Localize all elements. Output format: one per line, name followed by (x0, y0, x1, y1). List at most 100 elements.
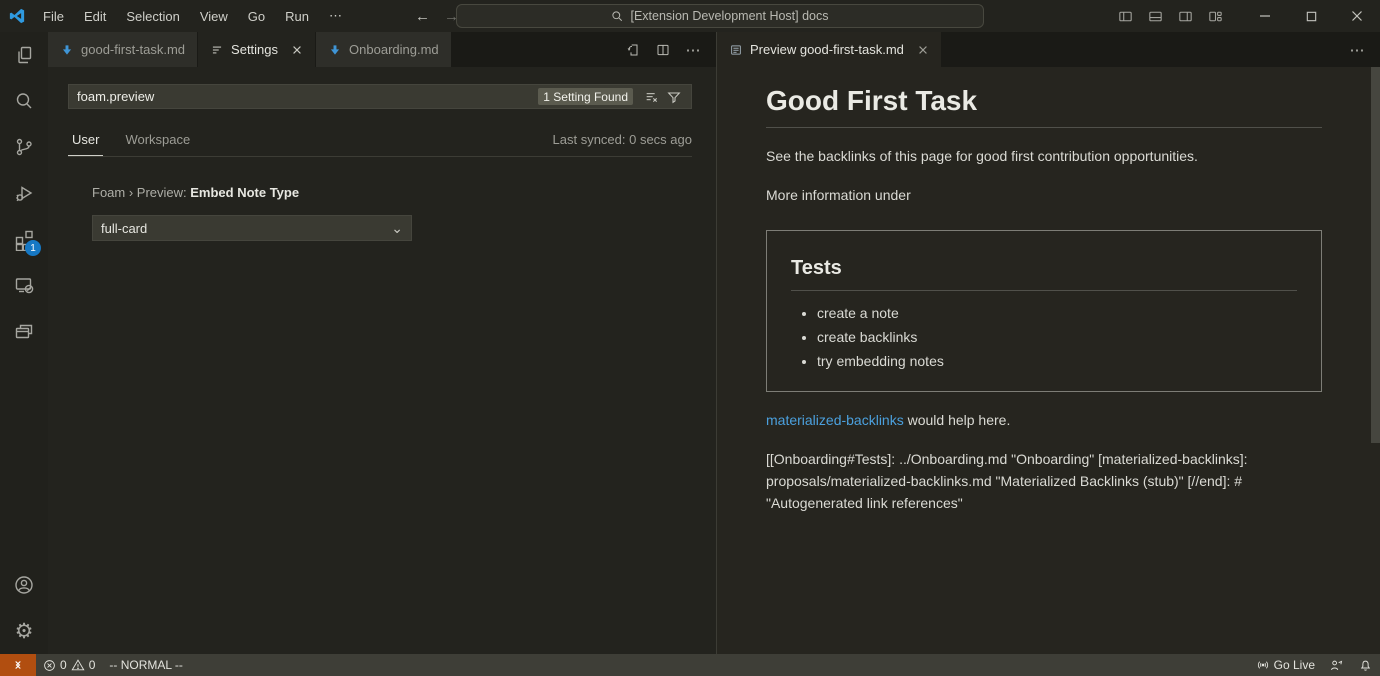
search-view-icon[interactable] (0, 78, 48, 124)
setting-category: Foam › Preview: (92, 185, 190, 200)
clear-settings-search-icon[interactable] (641, 86, 663, 108)
tab-label: Preview good-first-task.md (750, 42, 904, 57)
list-item: create a note (817, 305, 1297, 321)
editor-actions-right: ⋯ (1344, 32, 1380, 67)
setting-title: Foam › Preview: Embed Note Type (92, 185, 412, 200)
preview-scrollbar[interactable] (1371, 67, 1380, 443)
history-navigation: ← → (415, 8, 459, 25)
search-icon (611, 10, 624, 23)
settings-gear-icon[interactable]: ⚙ (0, 608, 48, 654)
filter-settings-icon[interactable] (663, 86, 685, 108)
tabbar-left: good-first-task.md Settings Onboarding.m… (48, 32, 716, 67)
settings-scope-tabs: User Workspace Last synced: 0 secs ago (68, 123, 692, 157)
last-synced-label: Last synced: 0 secs ago (553, 132, 692, 147)
title-bar: File Edit Selection View Go Run ⋯ ← → [E… (0, 0, 1380, 32)
menu-go[interactable]: Go (239, 5, 274, 28)
tab-preview-good-first-task[interactable]: Preview good-first-task.md (717, 32, 942, 67)
toggle-primary-sidebar-icon[interactable] (1110, 0, 1140, 32)
more-actions-icon[interactable]: ⋯ (680, 37, 706, 63)
menu-view[interactable]: View (191, 5, 237, 28)
materialized-backlinks-link[interactable]: materialized-backlinks (766, 412, 904, 428)
vscode-logo-icon (0, 7, 34, 25)
command-center-search[interactable]: [Extension Development Host] docs (456, 4, 984, 28)
preview-paragraph: More information under (766, 184, 1322, 206)
warning-count: 0 (89, 658, 96, 672)
remote-icon (11, 658, 25, 672)
preview-paragraph: See the backlinks of this page for good … (766, 145, 1322, 167)
minimize-button[interactable] (1242, 0, 1288, 32)
scope-tab-user[interactable]: User (68, 123, 103, 156)
close-tab-icon[interactable] (917, 44, 929, 56)
problems-indicator[interactable]: 0 0 (36, 654, 102, 676)
chevron-down-icon: ⌄ (391, 220, 403, 237)
error-icon (43, 659, 56, 672)
notifications-bell-icon[interactable] (1351, 654, 1380, 676)
settings-results-badge: 1 Setting Found (538, 88, 633, 105)
embedded-note-title: Tests (791, 257, 1297, 291)
account-icon[interactable] (0, 562, 48, 608)
back-arrow-icon[interactable]: ← (415, 8, 430, 25)
more-actions-icon[interactable]: ⋯ (1344, 37, 1370, 63)
command-center-label: [Extension Development Host] docs (630, 9, 828, 23)
customize-layout-icon[interactable] (1200, 0, 1230, 32)
remote-explorer-icon[interactable] (0, 262, 48, 308)
status-bar: 0 0 -- NORMAL -- Go Live (0, 654, 1380, 676)
menu-run[interactable]: Run (276, 5, 318, 28)
markdown-preview: Good First Task See the backlinks of thi… (717, 67, 1380, 654)
tab-label: Onboarding.md (349, 42, 439, 57)
menu-selection[interactable]: Selection (117, 5, 188, 28)
tab-settings[interactable]: Settings (198, 32, 316, 67)
vim-mode-indicator: -- NORMAL -- (102, 654, 190, 676)
close-window-button[interactable] (1334, 0, 1380, 32)
markdown-preview-icon (729, 43, 743, 57)
source-control-icon[interactable] (0, 124, 48, 170)
tab-onboarding[interactable]: Onboarding.md (316, 32, 452, 67)
editor-group-right: Preview good-first-task.md ⋯ Good First … (717, 32, 1380, 654)
maximize-button[interactable] (1288, 0, 1334, 32)
menu-edit[interactable]: Edit (75, 5, 115, 28)
windows-view-icon[interactable] (0, 308, 48, 354)
link-suffix-text: would help here. (904, 412, 1011, 428)
menu-bar: File Edit Selection View Go Run ⋯ (34, 4, 351, 28)
settings-tune-icon (210, 43, 224, 57)
list-item: try embedding notes (817, 353, 1297, 369)
error-count: 0 (60, 658, 67, 672)
toggle-secondary-sidebar-icon[interactable] (1170, 0, 1200, 32)
setting-name: Embed Note Type (190, 185, 299, 200)
settings-search-value: foam.preview (77, 89, 538, 104)
list-item: create backlinks (817, 329, 1297, 345)
vim-mode-text: -- NORMAL -- (109, 658, 183, 672)
embed-note-type-select[interactable]: full-card ⌄ (92, 215, 412, 241)
remote-indicator[interactable] (0, 654, 36, 676)
run-debug-icon[interactable] (0, 170, 48, 216)
broadcast-icon (1256, 658, 1270, 672)
preview-heading: Good First Task (766, 85, 1322, 128)
extensions-badge: 1 (25, 240, 41, 256)
markdown-file-icon (60, 43, 74, 57)
settings-search-input[interactable]: foam.preview 1 Setting Found (68, 84, 692, 109)
tab-label: good-first-task.md (81, 42, 185, 57)
explorer-icon[interactable] (0, 32, 48, 78)
warning-icon (71, 658, 85, 672)
go-live-label: Go Live (1274, 658, 1315, 672)
go-live-button[interactable]: Go Live (1249, 654, 1322, 676)
menu-file[interactable]: File (34, 5, 73, 28)
tab-good-first-task[interactable]: good-first-task.md (48, 32, 198, 67)
embedded-note-card: Tests create a note create backlinks try… (766, 230, 1322, 392)
setting-foam-preview-embed-note-type: Foam › Preview: Embed Note Type full-car… (92, 185, 412, 241)
activity-bar: 1 ⚙ (0, 32, 48, 654)
menu-overflow-icon[interactable]: ⋯ (320, 4, 351, 28)
close-tab-icon[interactable] (291, 44, 303, 56)
editor-group-left: good-first-task.md Settings Onboarding.m… (48, 32, 716, 654)
toggle-panel-icon[interactable] (1140, 0, 1170, 32)
link-references-paragraph: [[Onboarding#Tests]: ../Onboarding.md "O… (766, 448, 1322, 514)
tabbar-right: Preview good-first-task.md ⋯ (717, 32, 1380, 67)
scope-tab-workspace[interactable]: Workspace (121, 123, 194, 156)
feedback-button[interactable] (1322, 654, 1351, 676)
feedback-person-icon (1329, 658, 1344, 673)
embedded-note-list: create a note create backlinks try embed… (791, 305, 1297, 369)
extensions-icon[interactable]: 1 (0, 216, 48, 262)
split-editor-icon[interactable] (650, 37, 676, 63)
open-settings-json-icon[interactable] (620, 37, 646, 63)
selected-value: full-card (101, 221, 147, 236)
